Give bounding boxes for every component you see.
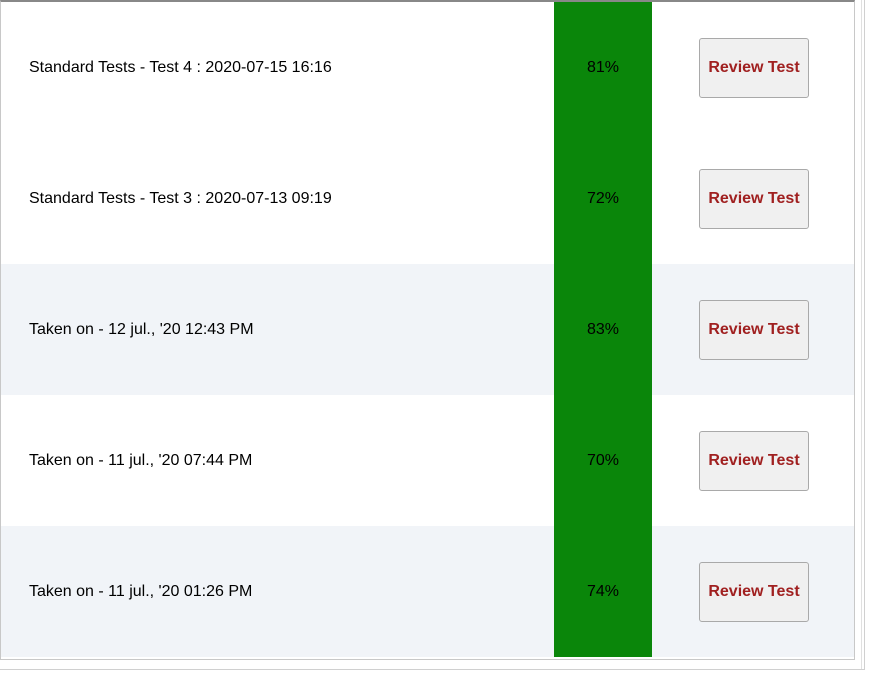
review-test-button[interactable]: Review Test (699, 300, 809, 360)
test-label: Standard Tests - Test 4 : 2020-07-15 16:… (1, 2, 552, 133)
review-test-button[interactable]: Review Test (699, 169, 809, 229)
test-row: Standard Tests - Test 4 : 2020-07-15 16:… (1, 2, 854, 133)
test-row: Standard Tests - Test 3 : 2020-07-13 09:… (1, 133, 854, 264)
review-test-button[interactable]: Review Test (699, 38, 809, 98)
test-action-cell: Review Test (654, 526, 854, 657)
test-score: 70% (554, 395, 652, 526)
tests-panel: Standard Tests - Test 4 : 2020-07-15 16:… (0, 0, 855, 660)
review-test-button[interactable]: Review Test (699, 431, 809, 491)
test-label: Taken on - 11 jul., '20 07:44 PM (1, 395, 552, 526)
test-label: Standard Tests - Test 3 : 2020-07-13 09:… (1, 133, 552, 264)
test-score: 81% (554, 2, 652, 133)
test-row: Taken on - 11 jul., '20 01:26 PM 74% Rev… (1, 526, 854, 657)
test-score: 83% (554, 264, 652, 395)
test-label: Taken on - 12 jul., '20 12:43 PM (1, 264, 552, 395)
test-action-cell: Review Test (654, 264, 854, 395)
test-action-cell: Review Test (654, 133, 854, 264)
test-row: Taken on - 11 jul., '20 07:44 PM 70% Rev… (1, 395, 854, 526)
test-action-cell: Review Test (654, 2, 854, 133)
page-frame: Standard Tests - Test 4 : 2020-07-15 16:… (0, 0, 865, 670)
test-row: Taken on - 12 jul., '20 12:43 PM 83% Rev… (1, 264, 854, 395)
test-label: Taken on - 11 jul., '20 01:26 PM (1, 526, 552, 657)
test-action-cell: Review Test (654, 395, 854, 526)
test-score: 72% (554, 133, 652, 264)
scrollbar-indicator (858, 0, 864, 669)
test-score: 74% (554, 526, 652, 657)
review-test-button[interactable]: Review Test (699, 562, 809, 622)
